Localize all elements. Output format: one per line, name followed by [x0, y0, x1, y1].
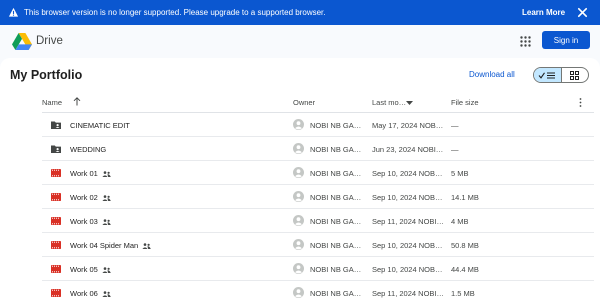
shared-people-icon: [102, 219, 111, 226]
file-owner: NOBI NB GAMI…: [310, 265, 364, 274]
app-name[interactable]: Drive: [36, 35, 63, 47]
file-name[interactable]: Work 06: [70, 289, 111, 298]
owner-avatar: [293, 167, 304, 178]
file-modified: Sep 10, 2024 NOBI …: [372, 169, 444, 178]
file-size: 50.8 MB: [451, 241, 479, 250]
file-modified: Sep 10, 2024 NOBI …: [372, 241, 444, 250]
shared-people-icon: [102, 267, 111, 274]
video-file-icon: [51, 193, 61, 201]
file-size: —: [451, 121, 459, 130]
file-name-text: Work 04 Spider Man: [70, 241, 139, 250]
table-row[interactable]: Work 02 NOBI NB GAMI… Sep 10, 2024 NOBI … 1…: [42, 185, 594, 209]
file-owner: NOBI NB GAMI…: [310, 217, 364, 226]
apps-grid-icon[interactable]: [520, 36, 531, 47]
grid-view-button[interactable]: [561, 68, 588, 82]
video-file-icon: [51, 217, 61, 225]
banner-message: This browser version is no longer suppor…: [24, 8, 326, 17]
column-header-modified[interactable]: Last mo…: [372, 98, 406, 107]
owner-avatar: [293, 239, 304, 250]
file-name[interactable]: Work 05: [70, 265, 111, 274]
sign-in-button[interactable]: Sign in: [542, 31, 590, 49]
drive-logo-icon[interactable]: [12, 33, 32, 50]
file-owner: NOBI NB GAMI…: [310, 289, 364, 298]
table-row[interactable]: Work 05 NOBI NB GAMI… Sep 10, 2024 NOBI … 4…: [42, 257, 594, 281]
file-name-text: Work 03: [70, 217, 98, 226]
file-modified: Sep 11, 2024 NOBI …: [372, 289, 444, 298]
owner-avatar: [293, 119, 304, 130]
file-modified: Sep 10, 2024 NOBI …: [372, 265, 444, 274]
owner-avatar: [293, 191, 304, 202]
shared-people-icon: [102, 291, 111, 298]
file-size: 44.4 MB: [451, 265, 479, 274]
file-name-text: Work 01: [70, 169, 98, 178]
table-row[interactable]: Work 01 NOBI NB GAMI… Sep 10, 2024 NOBI … 5…: [42, 161, 594, 185]
file-modified: Sep 11, 2024 NOBI …: [372, 217, 444, 226]
shared-people-icon: [142, 243, 152, 250]
owner-avatar: [293, 287, 304, 298]
file-name-text: Work 05: [70, 265, 98, 274]
file-name[interactable]: WEDDING: [70, 145, 106, 154]
column-header-size: File size: [451, 98, 479, 107]
column-header-owner: Owner: [293, 98, 316, 107]
file-owner: NOBI NB GAMI…: [310, 193, 364, 202]
file-modified: Jun 23, 2024 NOBI …: [372, 145, 444, 154]
file-modified: Sep 10, 2024 NOBI …: [372, 193, 444, 202]
list-view-icon: [538, 71, 556, 79]
more-vert-icon[interactable]: [579, 98, 582, 107]
list-view-button[interactable]: [534, 68, 561, 82]
table-row[interactable]: WEDDING NOBI NB GAMI… Jun 23, 2024 NOBI … —: [42, 137, 594, 161]
file-name[interactable]: Work 01: [70, 169, 111, 178]
file-name-text: CINEMATIC EDIT: [70, 121, 130, 130]
page-title: My Portfolio: [10, 68, 83, 82]
learn-more-link[interactable]: Learn More: [522, 8, 565, 17]
file-modified: May 17, 2024 NOBI N…: [372, 121, 444, 130]
shared-folder-icon: [51, 121, 61, 129]
file-size: 5 MB: [451, 169, 469, 178]
file-name[interactable]: Work 02: [70, 193, 111, 202]
shared-people-icon: [102, 171, 111, 178]
owner-avatar: [293, 143, 304, 154]
file-name-text: Work 06: [70, 289, 98, 298]
file-name-text: Work 02: [70, 193, 98, 202]
file-name[interactable]: Work 03: [70, 217, 111, 226]
file-name[interactable]: Work 04 Spider Man: [70, 241, 152, 250]
file-name-text: WEDDING: [70, 145, 107, 154]
app-header: Drive Sign in: [0, 25, 600, 58]
video-file-icon: [51, 265, 61, 273]
file-owner: NOBI NB GAMI…: [310, 145, 364, 154]
table-row[interactable]: CINEMATIC EDIT NOBI NB GAMI… May 17, 2024 …: [42, 113, 594, 137]
grid-view-icon: [570, 70, 580, 80]
file-name[interactable]: CINEMATIC EDIT: [70, 121, 130, 130]
file-owner: NOBI NB GAMI…: [310, 121, 364, 130]
shared-people-icon: [102, 195, 111, 202]
sort-down-icon[interactable]: [406, 101, 413, 105]
video-file-icon: [51, 169, 61, 177]
unsupported-browser-banner: This browser version is no longer suppor…: [0, 0, 600, 25]
column-header-name[interactable]: Name: [42, 98, 62, 107]
file-size: 1.5 MB: [451, 289, 475, 298]
file-owner: NOBI NB GAMI…: [310, 169, 364, 178]
view-toggle: [533, 67, 589, 83]
file-size: 14.1 MB: [451, 193, 479, 202]
video-file-icon: [51, 241, 61, 249]
file-size: 4 MB: [451, 217, 469, 226]
file-size: —: [451, 145, 459, 154]
file-owner: NOBI NB GAMI…: [310, 241, 364, 250]
table-row[interactable]: Work 04 Spider Man NOBI NB GAMI… Sep 10, 2…: [42, 233, 594, 257]
arrow-up-icon[interactable]: [73, 97, 81, 106]
owner-avatar: [293, 215, 304, 226]
shared-folder-icon: [51, 145, 61, 153]
video-file-icon: [51, 289, 61, 297]
close-icon[interactable]: [576, 6, 589, 19]
download-all-button[interactable]: Download all: [469, 70, 515, 79]
owner-avatar: [293, 263, 304, 274]
table-row[interactable]: Work 06 NOBI NB GAMI… Sep 11, 2024 NOBI … 1…: [42, 281, 594, 300]
table-row[interactable]: Work 03 NOBI NB GAMI… Sep 11, 2024 NOBI … 4…: [42, 209, 594, 233]
warning-icon: [8, 7, 19, 17]
